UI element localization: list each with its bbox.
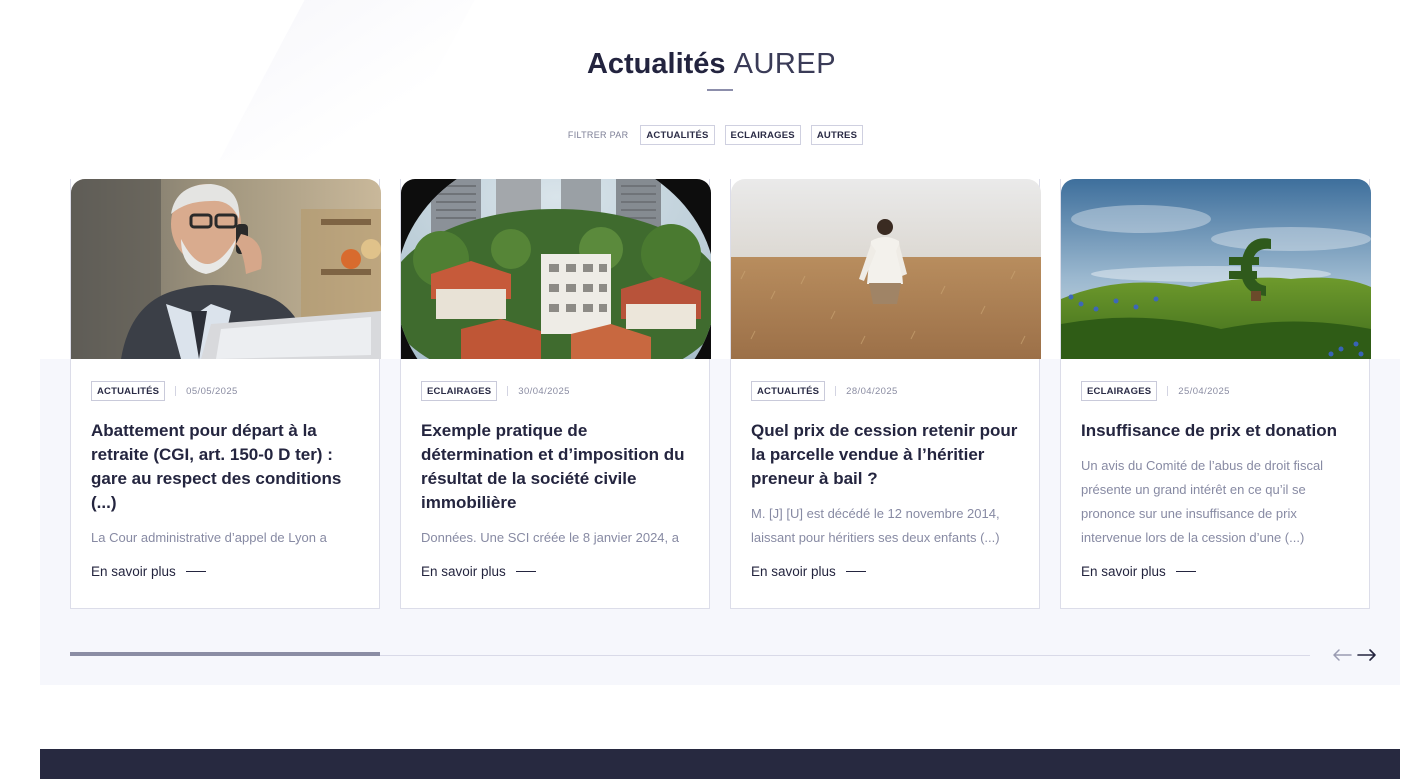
meta-divider [835,386,837,396]
category-tag[interactable]: ECLAIRAGES [421,381,498,401]
category-tag[interactable]: ACTUALITÉS [91,381,166,401]
card-meta: ACTUALITÉS 05/05/2025 [91,381,359,401]
title-underline [707,89,733,91]
category-tag[interactable]: ECLAIRAGES [1081,381,1158,401]
section-title: Actualités AUREP [0,44,1423,84]
card-image-senior-man-phone[interactable] [71,179,381,359]
read-more-label: En savoir plus [91,564,176,579]
card-image-euro-hedge[interactable] [1061,179,1371,359]
section-title-light: AUREP [733,48,837,80]
card-image-fisheye-buildings[interactable] [401,179,711,359]
filter-autres-button[interactable]: AUTRES [810,125,864,145]
meta-divider [1167,386,1169,396]
section-title-strong: Actualités [586,48,726,80]
filter-label: FILTRER PAR [567,130,629,140]
publish-date: 28/04/2025 [846,385,898,397]
publish-date: 30/04/2025 [518,385,570,397]
read-more-link[interactable]: En savoir plus [751,564,866,579]
read-more-line-icon [185,571,206,572]
card-meta: ECLAIRAGES 25/04/2025 [1081,381,1349,401]
card-meta: ACTUALITÉS 28/04/2025 [751,381,1019,401]
page: Actualités AUREP FILTRER PAR ACTUALITÉS … [0,0,1423,779]
card-excerpt: Données. Une SCI créée le 8 janvier 2024… [421,530,679,545]
filter-eclairages-button[interactable]: ECLAIRAGES [724,125,801,145]
read-more-link[interactable]: En savoir plus [91,564,206,579]
arrow-right-icon[interactable] [1356,644,1378,666]
publish-date: 05/05/2025 [186,385,238,397]
filter-actualites-button[interactable]: ACTUALITÉS [640,125,715,145]
meta-divider [175,386,177,396]
news-card[interactable]: ACTUALITÉS 05/05/2025 Abattement pour dé… [70,179,381,609]
card-excerpt: M. [J] [U] est décédé le 12 novembre 201… [751,506,1000,545]
filter-bar: FILTRER PAR ACTUALITÉS ECLAIRAGES AUTRES [0,125,1423,145]
news-card[interactable]: ECLAIRAGES 30/04/2025 Exemple pratique d… [400,179,711,609]
read-more-line-icon [1175,571,1196,572]
read-more-line-icon [515,571,536,572]
read-more-label: En savoir plus [751,564,836,579]
card-meta: ECLAIRAGES 30/04/2025 [421,381,689,401]
category-tag[interactable]: ACTUALITÉS [751,381,826,401]
carousel-scrollbar-thumb[interactable] [70,652,380,656]
arrow-left-icon[interactable] [1331,644,1353,666]
news-card[interactable]: ECLAIRAGES 25/04/2025 Insuffisance de pr… [1060,179,1371,609]
card-excerpt: Un avis du Comité de l’abus de droit fis… [1081,458,1324,545]
card-title[interactable]: Abattement pour départ à la retraite (CG… [91,419,359,515]
card-title[interactable]: Quel prix de cession retenir pour la par… [751,419,1019,491]
read-more-line-icon [845,571,866,572]
publish-date: 25/04/2025 [1178,385,1230,397]
card-title[interactable]: Insuffisance de prix et donation [1081,419,1349,443]
news-card[interactable]: ACTUALITÉS 28/04/2025 Quel prix de cessi… [730,179,1041,609]
read-more-label: En savoir plus [1081,564,1166,579]
card-title[interactable]: Exemple pratique de détermination et d’i… [421,419,689,515]
read-more-link[interactable]: En savoir plus [1081,564,1196,579]
card-image-man-wheat-field[interactable] [731,179,1041,359]
footer [40,749,1400,779]
card-excerpt: La Cour administrative d’appel de Lyon a [91,530,327,545]
read-more-label: En savoir plus [421,564,506,579]
meta-divider [507,386,509,396]
read-more-link[interactable]: En savoir plus [421,564,536,579]
